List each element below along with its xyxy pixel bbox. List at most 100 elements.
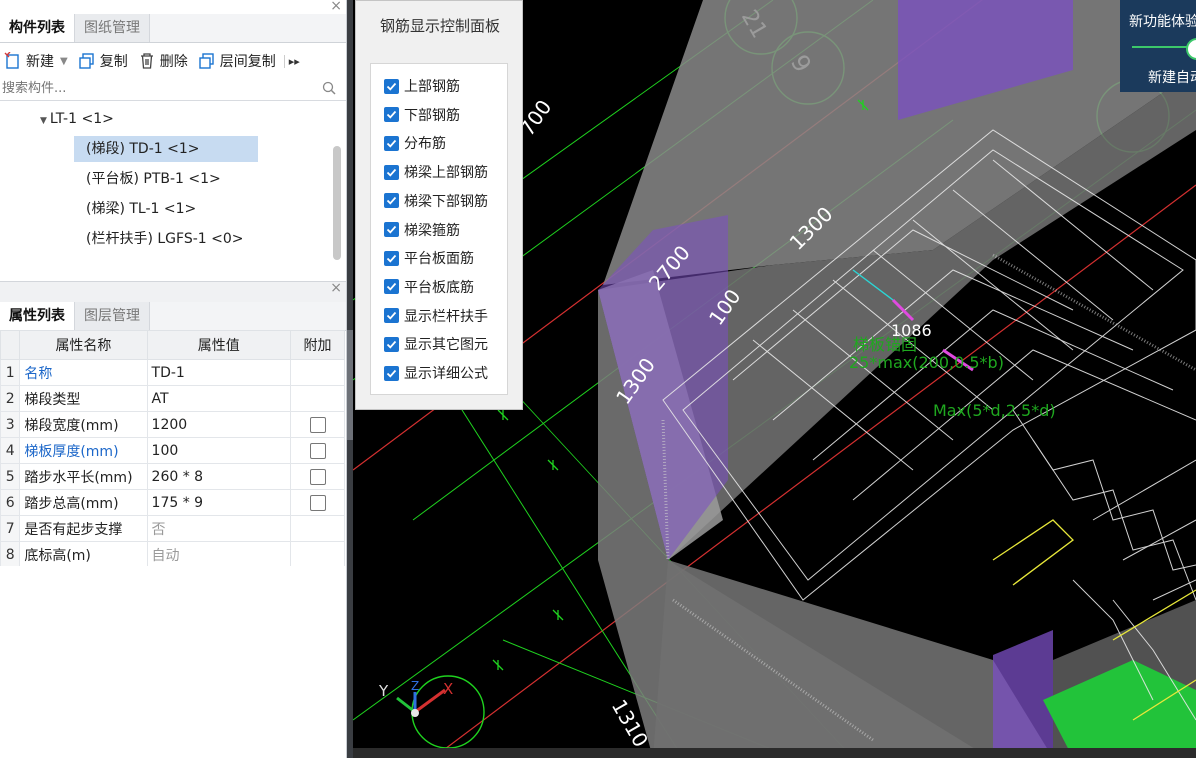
checkbox-checked-icon[interactable] [384,308,399,324]
rebar-option-label: 显示详细公式 [404,366,488,382]
property-value[interactable]: 1200 [146,411,292,438]
new-auto-label[interactable]: 新建自动 [1148,67,1196,87]
copy-button[interactable]: 复制 [78,51,128,71]
component-tabs: 构件列表 图纸管理 [0,14,346,43]
extra-checkbox[interactable] [309,494,326,511]
property-value[interactable]: 否 [146,515,292,542]
tab-property-list[interactable]: 属性列表 [0,302,75,330]
property-row[interactable]: 8 底标高(m) 自动 [0,541,345,568]
rebar-option-label: 梯梁下部钢筋 [404,193,488,210]
checkbox-checked-icon[interactable] [384,279,399,295]
tree-item-td1[interactable]: (梯段) TD-1 <1> [74,136,258,162]
checkbox-checked-icon[interactable] [384,135,399,151]
property-extra-cell [290,489,345,516]
property-value[interactable]: 100 [146,437,292,464]
rebar-option[interactable]: 上部钢筋 [384,76,460,96]
property-extra-cell [290,515,345,542]
property-row[interactable]: 3 梯段宽度(mm) 1200 [0,411,345,438]
close-icon[interactable]: × [330,280,342,296]
property-row[interactable]: 2 梯段类型 AT [0,385,345,412]
new-label: 新建 [26,54,54,70]
property-value[interactable]: TD-1 [146,359,292,386]
property-row[interactable]: 7 是否有起步支撑否 [0,515,345,542]
anchor-label: 梯板锚固 [853,335,917,354]
extra-checkbox[interactable] [309,468,326,485]
checkbox-checked-icon[interactable] [384,250,399,266]
tab-drawing-management[interactable]: 图纸管理 [75,14,150,42]
checkbox-checked-icon[interactable] [384,365,399,381]
property-tabs: 属性列表 图层管理 [0,302,346,331]
property-name: 底标高(m) [19,541,148,568]
expand-icon[interactable]: ▼ [40,116,47,126]
tab-layer-management[interactable]: 图层管理 [75,302,150,330]
new-feature-widget[interactable]: 新功能体验 新建自动 [1120,0,1196,92]
checkbox-checked-icon[interactable] [384,222,399,237]
tab-component-list[interactable]: 构件列表 [0,14,75,42]
toolbar-more-button[interactable]: ▸▸ [283,54,300,68]
checkbox-checked-icon[interactable] [384,193,399,209]
rebar-option[interactable]: 平台板底筋 [384,277,474,297]
new-feature-toggle[interactable] [1186,38,1196,60]
property-row[interactable]: 5 踏步水平长(mm) 260 * 8 [0,463,345,490]
property-extra-cell [290,541,345,568]
row-number-header [0,330,21,360]
axis-x-label: X [443,680,453,698]
property-name: 梯段宽度(mm) [19,411,148,438]
new-button[interactable]: 新建 ▼ [4,51,68,71]
property-value-header: 属性值 [146,330,292,360]
floor-copy-button[interactable]: 层间复制 [198,51,276,71]
property-row[interactable]: 6 踏步总高(mm) 175 * 9 [0,489,345,516]
rebar-option-label: 梯梁箍筋 [404,222,460,239]
rebar-option-label: 梯梁上部钢筋 [404,165,488,182]
rebar-option-label: 平台板底筋 [404,279,474,296]
rebar-option[interactable]: 显示栏杆扶手 [384,306,488,326]
search-icon[interactable] [322,81,336,95]
rebar-option-label: 下部钢筋 [404,107,460,124]
property-extra-cell [290,359,345,386]
rebar-option[interactable]: 梯梁箍筋 [384,220,460,240]
checkbox-checked-icon[interactable] [384,78,399,94]
row-number: 4 [0,437,21,464]
delete-button[interactable]: 删除 [138,51,188,71]
rebar-option[interactable]: 分布筋 [384,133,446,153]
property-value[interactable]: AT [146,385,292,412]
property-row[interactable]: 4 梯板厚度(mm) 100 [0,437,345,464]
rebar-option[interactable]: 平台板面筋 [384,248,474,268]
property-extra-header: 附加 [290,330,345,360]
property-name: 是否有起步支撑 [19,515,148,542]
property-extra-cell [290,463,345,490]
panel-divider: × [0,280,346,302]
property-row[interactable]: 1 名称 TD-1 [0,359,345,386]
chevron-down-icon[interactable]: ▼ [60,56,68,67]
rebar-option[interactable]: 显示详细公式 [384,363,488,383]
property-extra-cell [290,437,345,464]
row-number: 2 [0,385,21,412]
property-value[interactable]: 自动 [146,541,292,568]
new-feature-label: 新功能体验 [1129,14,1196,30]
rebar-option-label: 上部钢筋 [404,79,460,95]
tree-root[interactable]: ▼ LT-1 <1> [28,106,126,132]
tree-item-lgfs1[interactable]: (栏杆扶手) LGFS-1 <0> [74,226,256,252]
checkbox-checked-icon[interactable] [384,164,399,180]
property-grid-empty [0,566,345,758]
tree-scrollbar[interactable] [333,146,341,260]
axis-y-label: Y [378,682,389,700]
rebar-option[interactable]: 显示其它图元 [384,334,488,354]
rebar-option[interactable]: 下部钢筋 [384,105,460,125]
property-value[interactable]: 175 * 9 [146,489,292,516]
extra-checkbox[interactable] [309,416,326,433]
rebar-option-label: 分布筋 [404,136,446,153]
extra-checkbox[interactable] [309,442,326,459]
close-icon[interactable]: × [330,0,342,14]
tree-root-label: LT-1 <1> [49,111,114,127]
rebar-option[interactable]: 梯梁下部钢筋 [384,191,488,211]
tree-item-tl1[interactable]: (梯梁) TL-1 <1> [74,196,208,222]
checkbox-checked-icon[interactable] [384,336,399,352]
property-name: 踏步水平长(mm) [19,463,148,490]
search-input[interactable] [0,78,314,98]
checkbox-checked-icon[interactable] [384,107,399,123]
property-value[interactable]: 260 * 8 [146,463,292,490]
tree-item-ptb1[interactable]: (平台板) PTB-1 <1> [74,166,233,192]
rebar-option[interactable]: 梯梁上部钢筋 [384,162,488,182]
row-number: 8 [0,541,21,568]
